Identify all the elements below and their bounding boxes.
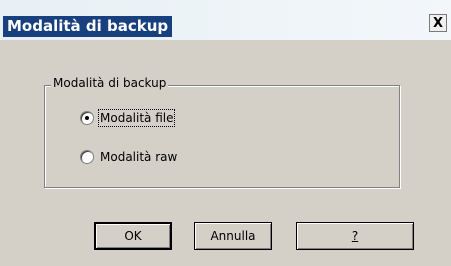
ok-button-label: OK [124,229,142,243]
radio-file-mode[interactable]: Modalità file [80,109,176,127]
backup-mode-dialog: Modalità di backup X Modalità di backup … [0,0,451,266]
backup-mode-group: Modalità di backup [44,76,400,188]
ok-button[interactable]: OK [94,222,172,250]
close-icon: X [432,15,444,31]
title-bar: Modalità di backup X [0,0,451,40]
radio-raw-mode-label: Modalità raw [100,150,178,164]
radio-button-checked[interactable] [80,111,94,125]
close-button[interactable]: X [429,14,447,32]
cancel-button-label: Annulla [210,229,256,243]
radio-raw-mode[interactable]: Modalità raw [80,150,177,164]
cancel-button[interactable]: Annulla [194,222,272,250]
help-button[interactable]: ? [296,222,414,250]
group-legend: Modalità di backup [51,76,169,90]
dialog-body: Modalità di backup Modalità file Modalit… [0,40,451,266]
help-button-label: ? [351,229,359,243]
dialog-title: Modalità di backup [3,16,173,37]
radio-button-unchecked[interactable] [80,150,94,164]
radio-file-mode-label: Modalità file [97,109,176,127]
